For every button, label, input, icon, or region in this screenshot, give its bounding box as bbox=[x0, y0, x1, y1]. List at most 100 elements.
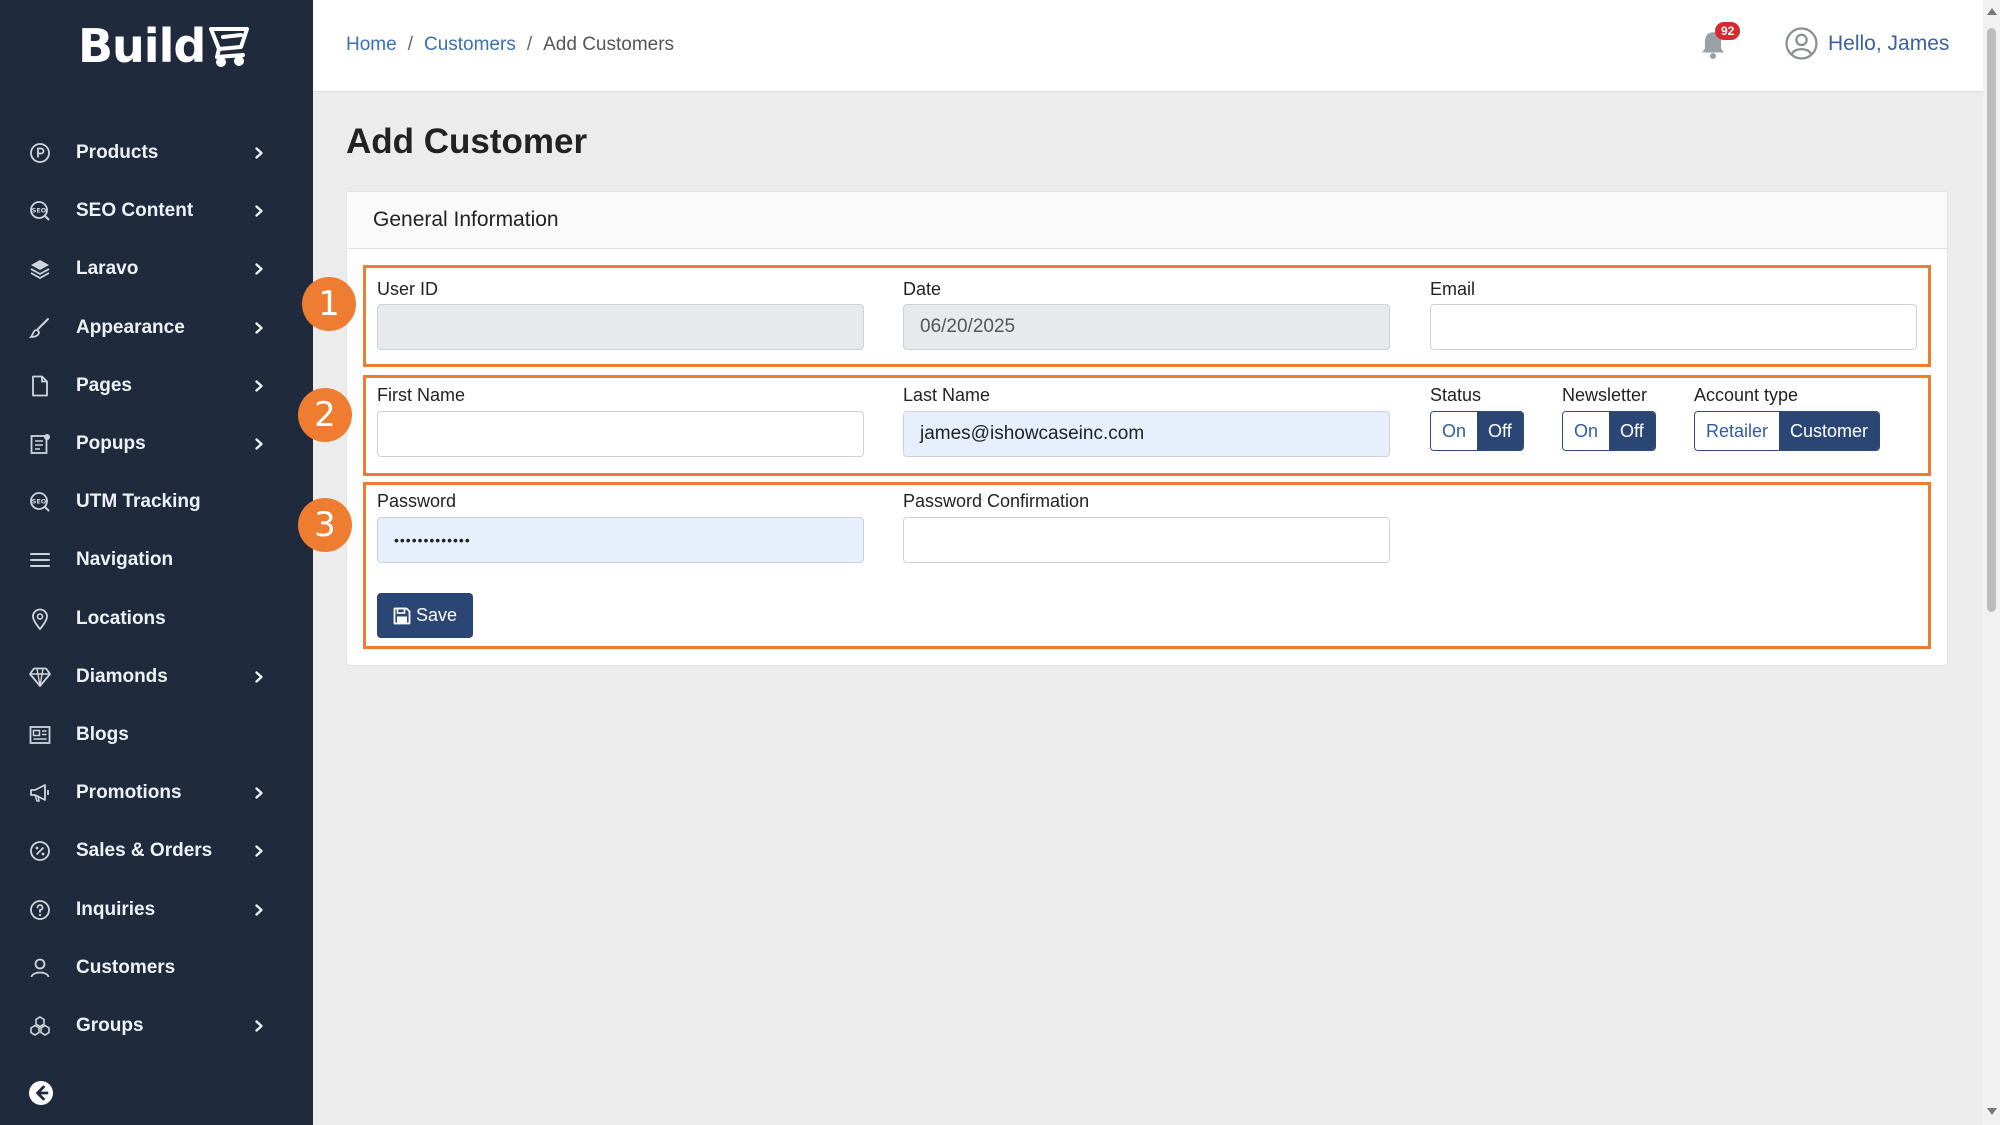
discount-icon bbox=[28, 839, 52, 863]
avatar-icon bbox=[1785, 27, 1818, 60]
breadcrumb-home[interactable]: Home bbox=[346, 34, 397, 56]
status-label: Status bbox=[1430, 385, 1482, 405]
newsletter-on-button[interactable]: On bbox=[1563, 412, 1610, 450]
popup-icon bbox=[28, 432, 52, 456]
scroll-down-arrow[interactable] bbox=[1987, 1108, 1997, 1115]
newsletter-off-button[interactable]: Off bbox=[1609, 412, 1655, 450]
sidebar-item-appearance[interactable]: Appearance bbox=[0, 299, 313, 357]
last-name-input[interactable]: james@ishowcaseinc.com bbox=[903, 411, 1390, 457]
user-id-input bbox=[377, 304, 864, 350]
breadcrumb: Home / Customers / Add Customers bbox=[346, 34, 674, 56]
status-on-button[interactable]: On bbox=[1431, 412, 1478, 450]
user-menu[interactable]: Hello, James bbox=[1785, 27, 1949, 60]
chevron-right-icon bbox=[247, 262, 271, 276]
sidebar-item-seo-content[interactable]: SEO SEO Content bbox=[0, 182, 313, 240]
password-confirmation-label: Password Confirmation bbox=[903, 491, 1090, 511]
chevron-right-icon bbox=[247, 146, 271, 160]
sidebar-item-label: Navigation bbox=[76, 549, 174, 571]
sidebar-item-customers[interactable]: Customers bbox=[0, 939, 313, 997]
sidebar-item-locations[interactable]: Locations bbox=[0, 590, 313, 648]
account-type-retailer-button[interactable]: Retailer bbox=[1695, 412, 1780, 450]
newsletter-toggle: On Off bbox=[1562, 411, 1656, 451]
floppy-disk-icon bbox=[393, 607, 411, 624]
sidebar-item-label: Laravo bbox=[76, 258, 139, 280]
seo-icon: SEO bbox=[28, 199, 52, 223]
chevron-right-icon bbox=[247, 844, 271, 858]
page-icon bbox=[28, 374, 52, 398]
chevron-right-icon bbox=[247, 204, 271, 218]
sidebar-item-utm-tracking[interactable]: SEO UTM Tracking bbox=[0, 473, 313, 531]
sidebar-item-diamonds[interactable]: Diamonds bbox=[0, 648, 313, 706]
date-label: Date bbox=[903, 279, 942, 299]
sidebar-item-label: Pages bbox=[76, 374, 132, 396]
sidebar-item-popups[interactable]: Popups bbox=[0, 415, 313, 473]
notification-badge: 92 bbox=[1715, 22, 1741, 40]
email-label: Email bbox=[1430, 279, 1476, 299]
account-type-toggle: Retailer Customer bbox=[1694, 411, 1881, 451]
sidebar-item-label: Blogs bbox=[76, 723, 129, 745]
sidebar-item-label: Appearance bbox=[76, 316, 185, 338]
collapse-sidebar-icon[interactable] bbox=[28, 1080, 54, 1106]
sidebar-item-label: UTM Tracking bbox=[76, 491, 201, 513]
step-marker-3: 3 bbox=[298, 498, 352, 552]
first-name-label: First Name bbox=[377, 385, 466, 405]
sidebar-item-label: Groups bbox=[76, 1014, 144, 1036]
save-button[interactable]: Save bbox=[377, 593, 473, 638]
breadcrumb-separator: / bbox=[407, 34, 413, 55]
chevron-right-icon bbox=[247, 903, 271, 917]
svg-text:SEO: SEO bbox=[32, 207, 47, 215]
sidebar-item-blogs[interactable]: Blogs bbox=[0, 706, 313, 764]
sidebar-item-label: Locations bbox=[76, 607, 166, 629]
product-icon bbox=[28, 141, 52, 165]
first-name-input[interactable] bbox=[377, 411, 864, 457]
email-input[interactable] bbox=[1430, 304, 1917, 350]
chevron-right-icon bbox=[247, 321, 271, 335]
sidebar-item-promotions[interactable]: Promotions bbox=[0, 764, 313, 822]
user-greeting: Hello, James bbox=[1828, 31, 1950, 55]
megaphone-icon bbox=[28, 781, 52, 805]
newspaper-icon bbox=[28, 723, 52, 747]
sidebar-item-label: Sales & Orders bbox=[76, 840, 213, 862]
sidebar-item-groups[interactable]: Groups bbox=[0, 997, 313, 1055]
sidebar-item-label: Customers bbox=[76, 956, 176, 978]
page-scrollbar[interactable] bbox=[1983, 0, 2000, 1125]
chevron-right-icon bbox=[247, 379, 271, 393]
sidebar-item-label: Popups bbox=[76, 433, 146, 455]
sidebar-item-pages[interactable]: Pages bbox=[0, 357, 313, 415]
sidebar-item-inquiries[interactable]: Inquiries bbox=[0, 880, 313, 938]
password-label: Password bbox=[377, 491, 457, 511]
chevron-right-icon bbox=[247, 1019, 271, 1033]
page-title: Add Customer bbox=[346, 122, 588, 161]
seo-icon: SEO bbox=[28, 490, 52, 514]
brush-icon bbox=[28, 316, 52, 340]
chevron-right-icon bbox=[247, 670, 271, 684]
account-type-customer-button[interactable]: Customer bbox=[1779, 412, 1880, 450]
user-id-label: User ID bbox=[377, 279, 439, 299]
scroll-up-arrow[interactable] bbox=[1987, 8, 1997, 15]
password-confirmation-input[interactable] bbox=[903, 517, 1390, 563]
sidebar-item-laravo[interactable]: Laravo bbox=[0, 240, 313, 298]
sidebar-item-label: SEO Content bbox=[76, 200, 194, 222]
sidebar-item-label: Diamonds bbox=[76, 665, 168, 687]
scroll-thumb[interactable] bbox=[1987, 28, 1996, 612]
diamond-icon bbox=[28, 665, 52, 689]
brand-name: Build bbox=[78, 19, 206, 73]
highlight-box-3 bbox=[363, 482, 1931, 649]
card-header: General Information bbox=[347, 192, 1947, 249]
sidebar-item-products[interactable]: Products bbox=[0, 124, 313, 182]
breadcrumb-customers[interactable]: Customers bbox=[424, 34, 516, 56]
password-input[interactable]: ••••••••••••• bbox=[377, 517, 864, 563]
svg-text:SEO: SEO bbox=[32, 498, 47, 506]
sidebar-item-sales-orders[interactable]: Sales & Orders bbox=[0, 822, 313, 880]
sidebar-item-label: Inquiries bbox=[76, 898, 156, 920]
sidebar-item-navigation[interactable]: Navigation bbox=[0, 531, 313, 589]
status-toggle: On Off bbox=[1430, 411, 1524, 451]
newsletter-label: Newsletter bbox=[1562, 385, 1648, 405]
breadcrumb-separator: / bbox=[526, 34, 533, 55]
user-icon bbox=[28, 956, 52, 980]
sidebar-item-label: Products bbox=[76, 142, 159, 164]
save-button-label: Save bbox=[415, 605, 458, 625]
sidebar: Build Products SEO SEO Content Laravo Appear… bbox=[0, 0, 313, 1125]
brand-logo[interactable]: Build bbox=[78, 19, 250, 73]
status-off-button[interactable]: Off bbox=[1477, 412, 1523, 450]
